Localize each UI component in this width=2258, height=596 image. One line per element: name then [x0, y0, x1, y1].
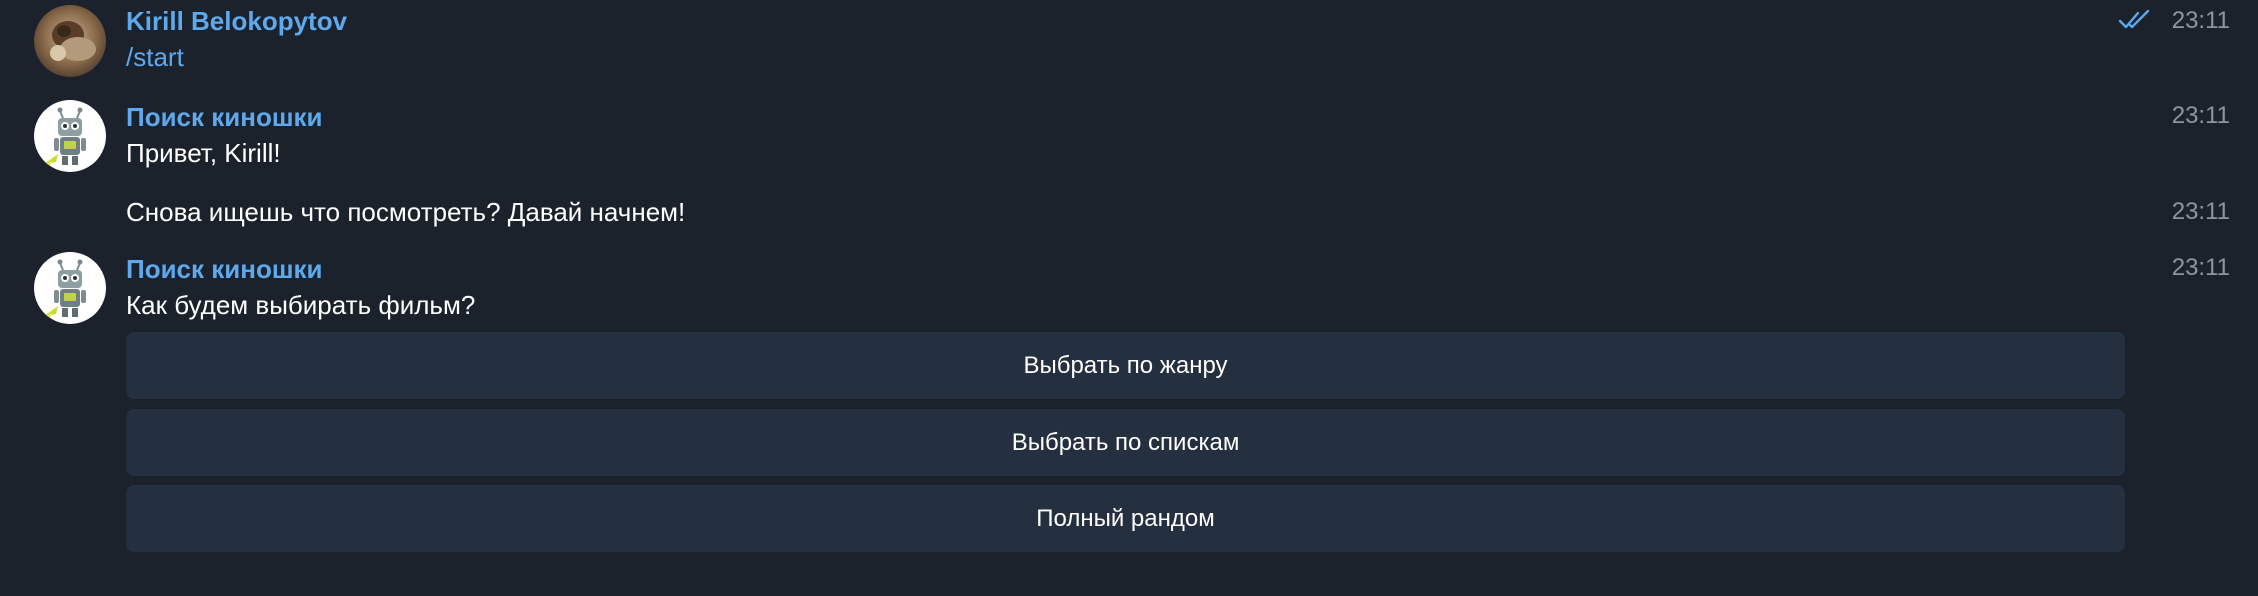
user-avatar[interactable]: [34, 5, 106, 77]
message-text: Как будем выбирать фильм?: [126, 290, 476, 320]
message-time: 23:11: [2171, 102, 2230, 129]
sender-name[interactable]: Поиск киношки: [126, 253, 323, 285]
sender-name[interactable]: Kirill Belokopytov: [126, 5, 347, 37]
message-text: Привет, Kirill!: [126, 138, 281, 168]
double-check-icon: [2118, 9, 2150, 29]
message-time: 23:11: [2171, 198, 2230, 225]
bot-avatar[interactable]: [34, 100, 106, 172]
sender-name[interactable]: Поиск киношки: [126, 101, 323, 133]
message-time: 23:11: [2171, 254, 2230, 281]
message-text: Снова ищешь что посмотреть? Давай начнем…: [126, 197, 686, 227]
keyboard-button-lists[interactable]: Выбрать по спискам: [126, 409, 2125, 476]
keyboard-button-random[interactable]: Полный рандом: [126, 485, 2125, 552]
message-time: 23:11: [2171, 7, 2230, 34]
keyboard-button-genre[interactable]: Выбрать по жанру: [126, 332, 2125, 399]
bot-avatar[interactable]: [34, 252, 106, 324]
message-text[interactable]: /start: [126, 41, 184, 73]
